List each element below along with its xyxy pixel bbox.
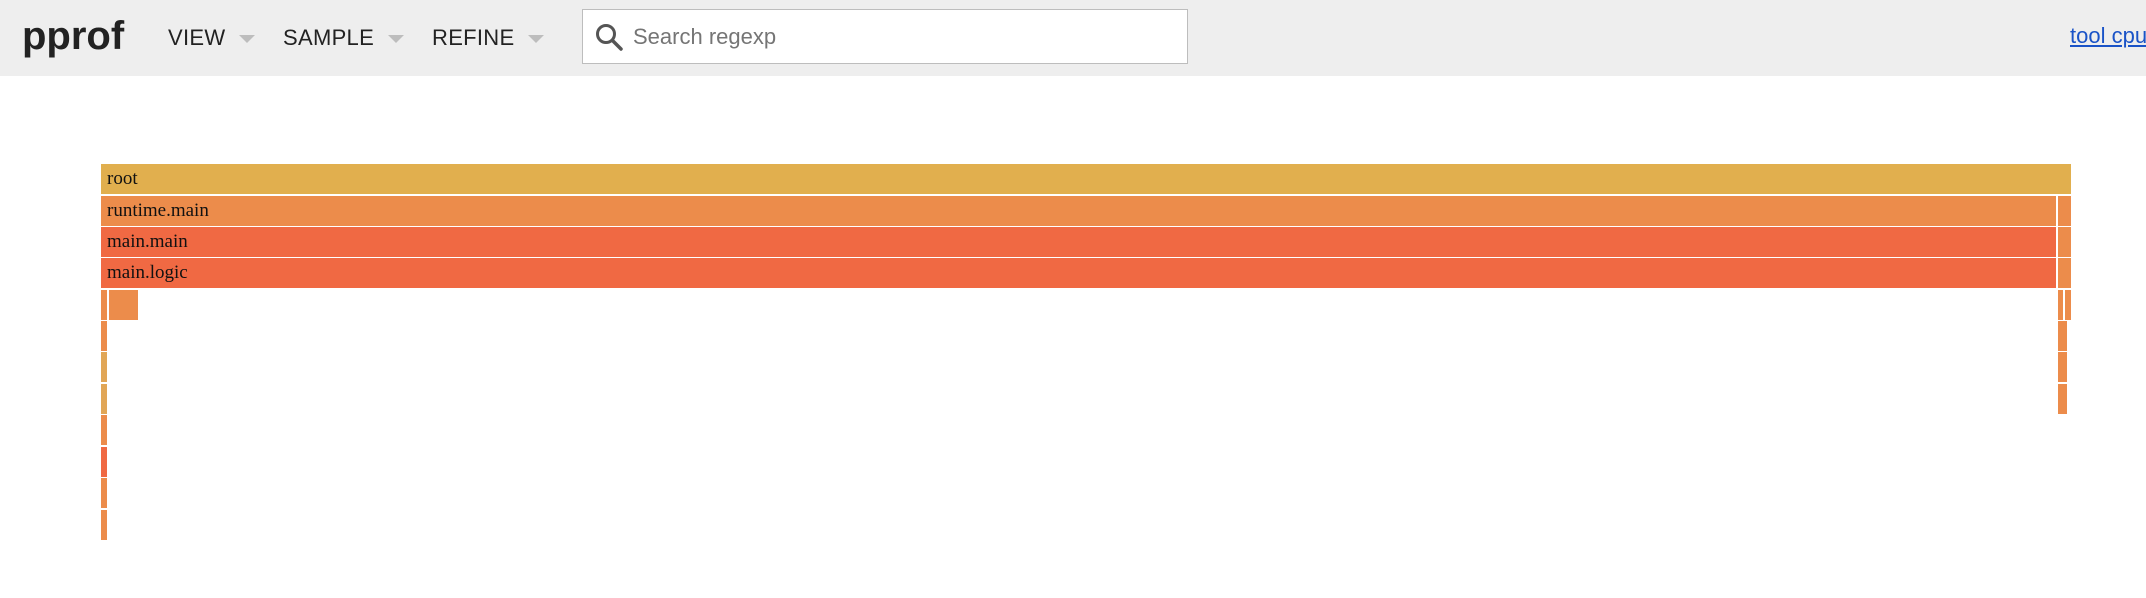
flame-frame-label: main.logic <box>107 262 188 283</box>
search-icon <box>596 23 623 51</box>
chevron-down-icon <box>528 35 545 43</box>
flame-frame-main-logic[interactable]: main.logic <box>101 258 2056 288</box>
flame-frame[interactable] <box>101 384 107 414</box>
flame-graph: root runtime.main main.main main.logic <box>0 0 2146 598</box>
flame-frame[interactable] <box>2058 384 2067 414</box>
flame-frame-label: root <box>107 168 138 189</box>
flame-frame[interactable] <box>101 290 107 320</box>
refine-menu-label: REFINE <box>432 25 515 50</box>
flame-frame[interactable] <box>101 321 107 351</box>
flame-frame[interactable] <box>2058 227 2071 257</box>
flame-frame[interactable] <box>2058 352 2067 382</box>
flame-frame-root[interactable]: root <box>101 164 2071 194</box>
flame-frame-runtime-main[interactable]: runtime.main <box>101 196 2056 226</box>
chevron-down-icon <box>239 35 256 43</box>
app-logo: pprof <box>22 14 125 58</box>
flame-frame[interactable] <box>2058 196 2071 226</box>
flame-frame[interactable] <box>101 352 107 382</box>
search-input[interactable] <box>633 16 1163 57</box>
flame-frame-label: runtime.main <box>107 200 209 221</box>
flame-frame[interactable] <box>2058 321 2067 351</box>
flame-frame-label: main.main <box>107 231 188 252</box>
flame-frame[interactable] <box>109 290 138 320</box>
flame-frame[interactable] <box>2065 290 2071 320</box>
top-bar: pprof VIEW SAMPLE REFINE tool cpu <box>0 0 2146 76</box>
search-box <box>582 9 1188 64</box>
refine-menu[interactable]: REFINE <box>432 24 545 52</box>
chevron-down-icon <box>388 35 405 43</box>
flame-frame[interactable] <box>2058 258 2071 288</box>
sample-menu[interactable]: SAMPLE <box>283 24 405 52</box>
view-menu[interactable]: VIEW <box>168 24 256 52</box>
flame-frame[interactable] <box>101 447 107 477</box>
flame-frame[interactable] <box>101 478 107 508</box>
flame-frame[interactable] <box>2058 290 2063 320</box>
flame-frame-main-main[interactable]: main.main <box>101 227 2056 257</box>
view-menu-label: VIEW <box>168 25 226 50</box>
tool-cpu-link[interactable]: tool cpu <box>2070 23 2146 49</box>
flame-frame[interactable] <box>101 415 107 445</box>
flame-frame[interactable] <box>101 510 107 540</box>
sample-menu-label: SAMPLE <box>283 25 375 50</box>
